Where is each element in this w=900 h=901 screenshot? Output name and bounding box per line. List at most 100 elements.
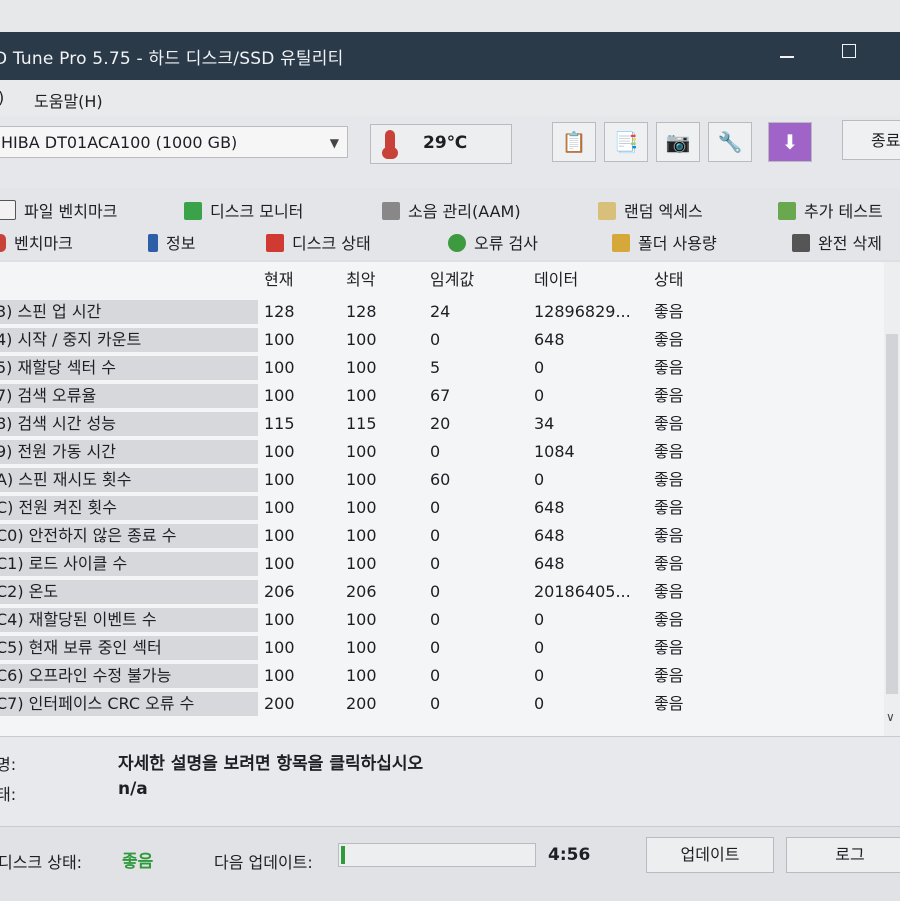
data-value: 0 (534, 666, 545, 685)
worst-value: 128 (346, 302, 377, 321)
update-timer: 4:56 (548, 845, 591, 865)
wrench-icon: 🔧 (717, 130, 743, 154)
status-value: 좋음 (654, 302, 684, 321)
attribute-name: C4) 재할당된 이벤트 수 (0, 608, 258, 632)
copy-info-button[interactable]: 📑 (604, 122, 648, 162)
tab-aam[interactable]: 소음 관리(AAM) (382, 198, 521, 222)
worst-value: 100 (346, 666, 377, 685)
title-bar: D Tune Pro 5.75 - 하드 디스크/SSD 유틸리티 (0, 32, 900, 80)
table-row[interactable]: C4) 재할당된 이벤트 수 100 100 0 0 좋음 (0, 604, 880, 632)
attribute-name: 3) 스핀 업 시간 (0, 300, 258, 324)
tab-erase[interactable]: 완전 삭제 (792, 230, 882, 254)
data-value: 34 (534, 414, 555, 433)
data-value: 0 (534, 470, 545, 489)
col-header-data[interactable]: 데이터 (534, 266, 578, 290)
options-button[interactable]: 🔧 (708, 122, 752, 162)
threshold-value: 0 (430, 582, 441, 601)
current-value: 100 (264, 610, 295, 629)
table-row[interactable]: C) 전원 켜진 횟수 100 100 0 648 좋음 (0, 492, 880, 520)
data-value: 648 (534, 330, 565, 349)
test-icon (778, 202, 796, 220)
tab-random-access[interactable]: 랜덤 엑세스 (598, 198, 703, 222)
table-row[interactable]: 4) 시작 / 중지 카운트 100 100 0 648 좋음 (0, 324, 880, 352)
table-row[interactable]: C1) 로드 사이클 수 100 100 0 648 좋음 (0, 548, 880, 576)
tab-extra-tests[interactable]: 추가 테스트 (778, 198, 883, 222)
current-value: 100 (264, 638, 295, 657)
drive-selector[interactable]: HIBA DT01ACA100 (1000 GB) ▼ (0, 126, 348, 158)
threshold-value: 0 (430, 610, 441, 629)
speaker-icon (382, 202, 400, 220)
current-value: 100 (264, 554, 295, 573)
download-button[interactable]: ⬇ (768, 122, 812, 162)
screenshot-button[interactable]: 📷 (656, 122, 700, 162)
tab-error-scan[interactable]: 오류 검사 (448, 230, 538, 254)
tab-folder-usage[interactable]: 폴더 사용량 (612, 230, 717, 254)
worst-value: 100 (346, 526, 377, 545)
tab-benchmark[interactable]: 벤치마크 (0, 230, 73, 254)
smart-table: 현재 최악 임계값 데이터 상태 3) 스핀 업 시간 128 128 24 1… (0, 262, 900, 736)
current-value: 100 (264, 386, 295, 405)
table-row[interactable]: C6) 오프라인 수정 불가능 100 100 0 0 좋음 (0, 660, 880, 688)
update-button[interactable]: 업데이트 (646, 837, 774, 873)
data-value: 0 (534, 610, 545, 629)
tab-info[interactable]: 정보 (148, 230, 195, 254)
attribute-name: 9) 전원 가동 시간 (0, 440, 258, 464)
tab-disk-monitor[interactable]: 디스크 모니터 (184, 198, 303, 222)
table-row[interactable]: 8) 검색 시간 성능 115 115 20 34 좋음 (0, 408, 880, 436)
status-value: 좋음 (654, 582, 684, 601)
worst-value: 100 (346, 358, 377, 377)
table-row[interactable]: C2) 온도 206 206 0 20186405... 좋음 (0, 576, 880, 604)
state-label: 태: (0, 785, 17, 804)
threshold-value: 0 (430, 526, 441, 545)
data-value: 1084 (534, 442, 575, 461)
table-row[interactable]: 9) 전원 가동 시간 100 100 0 1084 좋음 (0, 436, 880, 464)
worst-value: 100 (346, 470, 377, 489)
desktop-strip (0, 0, 900, 32)
data-value: 0 (534, 358, 545, 377)
minimize-button[interactable] (780, 56, 794, 58)
scrollbar-thumb[interactable] (886, 334, 898, 694)
progress-fill (341, 846, 345, 864)
description-label: 명: (0, 755, 17, 774)
menu-item-partial[interactable]: ) (0, 88, 4, 107)
status-value: 좋음 (654, 638, 684, 657)
current-value: 100 (264, 498, 295, 517)
maximize-button[interactable] (842, 44, 856, 58)
exit-button[interactable]: 종료 (842, 120, 900, 160)
status-value: 좋음 (654, 470, 684, 489)
status-value: 좋음 (654, 498, 684, 517)
attribute-name: C6) 오프라인 수정 불가능 (0, 664, 258, 688)
table-row[interactable]: C5) 현재 보류 중인 섹터 100 100 0 0 좋음 (0, 632, 880, 660)
status-value: 좋음 (654, 358, 684, 377)
table-row[interactable]: 7) 검색 오류율 100 100 67 0 좋음 (0, 380, 880, 408)
menu-item-help[interactable]: 도움말(H) (34, 88, 103, 112)
tab-health[interactable]: 디스크 상태 (266, 230, 371, 254)
table-row[interactable]: 3) 스핀 업 시간 128 128 24 12896829... 좋음 (0, 296, 880, 324)
copy-text-button[interactable]: 📋 (552, 122, 596, 162)
table-row[interactable]: C7) 인터페이스 CRC 오류 수 200 200 0 0 좋음 (0, 688, 880, 716)
col-header-current[interactable]: 현재 (264, 266, 293, 290)
log-button[interactable]: 로그 (786, 837, 900, 873)
worst-value: 206 (346, 582, 377, 601)
monitor-chart-icon (184, 202, 202, 220)
chevron-down-icon[interactable]: ▼ (330, 127, 339, 159)
trash-icon (792, 234, 810, 252)
table-row[interactable]: C0) 안전하지 않은 종료 수 100 100 0 648 좋음 (0, 520, 880, 548)
current-value: 100 (264, 666, 295, 685)
col-header-worst[interactable]: 최악 (346, 266, 375, 290)
col-header-status[interactable]: 상태 (654, 266, 683, 290)
attribute-name: C0) 안전하지 않은 종료 수 (0, 524, 258, 548)
current-value: 100 (264, 330, 295, 349)
attribute-name: C5) 현재 보류 중인 섹터 (0, 636, 258, 660)
col-header-threshold[interactable]: 임계값 (430, 266, 474, 290)
table-row[interactable]: 5) 재할당 섹터 수 100 100 5 0 좋음 (0, 352, 880, 380)
description-text: 자세한 설명을 보려면 항목을 클릭하십시오 (118, 754, 424, 774)
chevron-down-icon[interactable]: ∨ (886, 710, 895, 724)
current-value: 200 (264, 694, 295, 713)
status-value: 좋음 (654, 694, 684, 713)
tab-file-benchmark[interactable]: 파일 벤치마크 (0, 198, 117, 222)
table-row[interactable]: A) 스핀 재시도 횟수 100 100 60 0 좋음 (0, 464, 880, 492)
attribute-name: A) 스핀 재시도 횟수 (0, 468, 258, 492)
vertical-scrollbar[interactable]: ∨ (884, 262, 900, 736)
threshold-value: 0 (430, 694, 441, 713)
